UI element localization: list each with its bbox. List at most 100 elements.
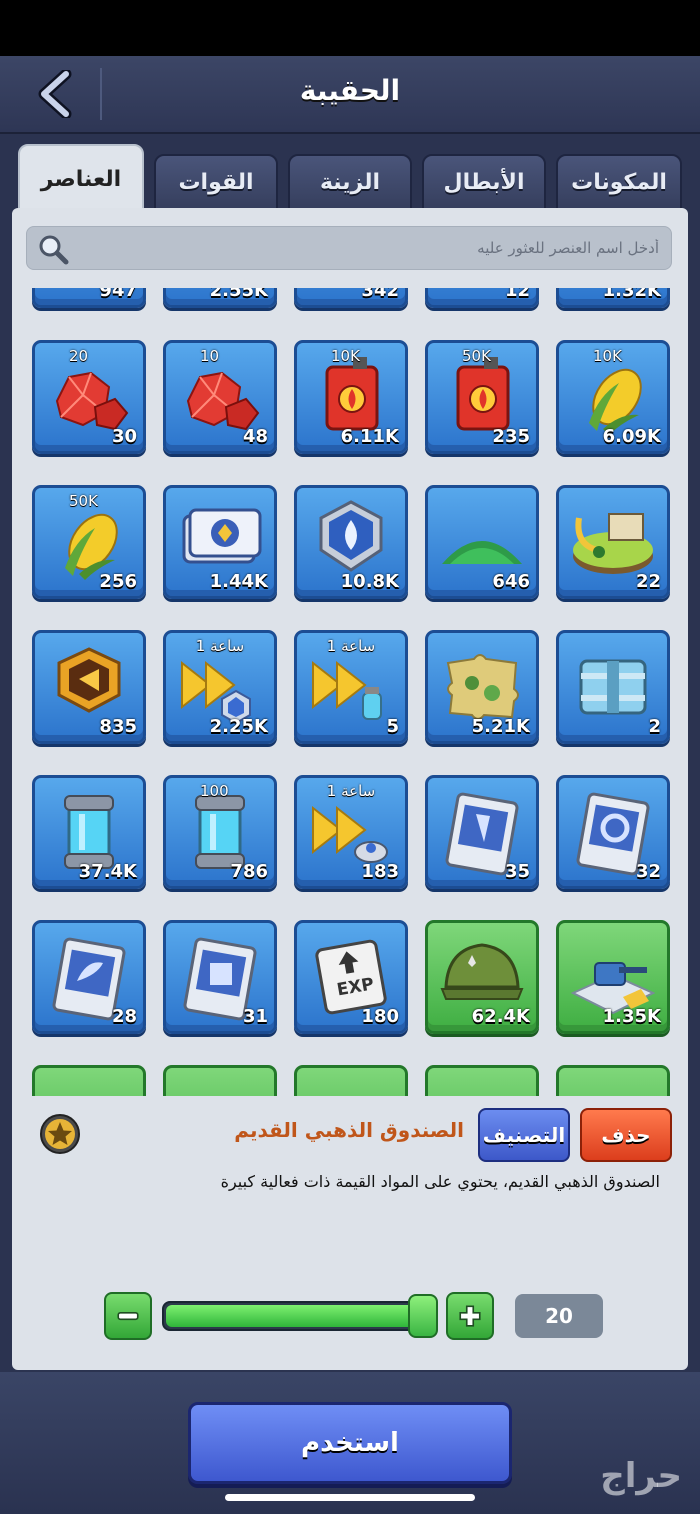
item-badge: 20: [69, 347, 89, 365]
item-count: 22: [635, 571, 661, 592]
inventory-slot[interactable]: 646: [425, 485, 539, 599]
home-indicator: [225, 1494, 475, 1501]
inventory-slot[interactable]: 10 48: [163, 340, 277, 454]
inventory-slot[interactable]: 1.35K: [556, 920, 670, 1034]
item-badge: 10K: [593, 347, 622, 365]
quantity-slider[interactable]: [162, 1301, 438, 1331]
inventory-slot[interactable]: [32, 1065, 146, 1096]
inventory-slot[interactable]: 1.32K: [556, 288, 670, 308]
decrease-button[interactable]: [104, 1292, 152, 1340]
inventory-slot[interactable]: 62.4K: [425, 920, 539, 1034]
increase-button[interactable]: [446, 1292, 494, 1340]
slider-fill: [166, 1305, 434, 1327]
inventory-slot[interactable]: 32: [556, 775, 670, 889]
item-badge: 1 ساعة: [195, 637, 245, 655]
header-bar: الحقيبة: [0, 56, 700, 134]
star-icon[interactable]: [38, 1112, 82, 1156]
inventory-slot[interactable]: 22: [556, 485, 670, 599]
inventory-slot[interactable]: 100 786: [163, 775, 277, 889]
item-count: 1.35K: [602, 1006, 661, 1027]
item-count: 180: [361, 1006, 399, 1027]
inventory-slot[interactable]: [163, 1065, 277, 1096]
search-icon[interactable]: [37, 233, 69, 265]
item-badge: 1 ساعة: [326, 637, 376, 655]
item-count: 947: [99, 288, 137, 301]
item-grid: 947 2.55K 342 12 1.32K 20 30 10 48 10K 6.11K 50K 235…: [26, 288, 676, 1096]
inventory-slot[interactable]: 10.8K: [294, 485, 408, 599]
item-badge: 100: [200, 782, 229, 800]
item-badge: 50K: [69, 492, 98, 510]
item-count: 12: [504, 288, 530, 301]
item-count: 2: [648, 716, 661, 737]
inventory-slot[interactable]: 37.4K: [32, 775, 146, 889]
item-count: 37.4K: [78, 861, 137, 882]
inventory-slot[interactable]: 1 ساعة 5: [294, 630, 408, 744]
item-count: 2.25K: [209, 716, 268, 737]
quantity-selector: 20: [0, 1288, 700, 1346]
inventory-slot[interactable]: EXP 180: [294, 920, 408, 1034]
inventory-slot[interactable]: 35: [425, 775, 539, 889]
inventory-slot[interactable]: 1 ساعة 183: [294, 775, 408, 889]
item-count: 35: [504, 861, 530, 882]
item-count: 646: [492, 571, 530, 592]
quantity-value[interactable]: 20: [515, 1294, 603, 1338]
item-count: 48: [242, 426, 268, 447]
inventory-slot[interactable]: [294, 1065, 408, 1096]
inventory-slot[interactable]: 50K 235: [425, 340, 539, 454]
item-count: 10.8K: [340, 571, 399, 592]
item-count: 28: [111, 1006, 137, 1027]
inventory-slot[interactable]: 10K 6.09K: [556, 340, 670, 454]
item-count: 786: [230, 861, 268, 882]
inventory-slot[interactable]: 50K 256: [32, 485, 146, 599]
item-count: 256: [99, 571, 137, 592]
item-badge: 10K: [331, 347, 360, 365]
sort-button[interactable]: التصنيف: [478, 1108, 570, 1162]
inventory-slot[interactable]: 2: [556, 630, 670, 744]
delete-button[interactable]: حذف: [580, 1108, 672, 1162]
item-badge: 50K: [462, 347, 491, 365]
inventory-slot[interactable]: 28: [32, 920, 146, 1034]
selected-item-info: الصندوق الذهبي القديم التصنيف حذف: [26, 1104, 676, 1164]
inventory-slot[interactable]: 20 30: [32, 340, 146, 454]
item-count: 183: [361, 861, 399, 882]
tab-troops[interactable]: القوات: [154, 154, 278, 210]
item-count: 235: [492, 426, 530, 447]
item-count: 5: [386, 716, 399, 737]
inventory-slot[interactable]: 5.21K: [425, 630, 539, 744]
tab-bar: العناصر القوات الزينة الأبطال المكونات: [0, 142, 700, 214]
inventory-slot[interactable]: 10K 6.11K: [294, 340, 408, 454]
inventory-slot[interactable]: 31: [163, 920, 277, 1034]
inventory-slot[interactable]: 2.55K: [163, 288, 277, 308]
item-count: 342: [361, 288, 399, 301]
tab-heroes[interactable]: الأبطال: [422, 154, 546, 210]
item-count: 32: [635, 861, 661, 882]
slider-handle[interactable]: [408, 1294, 438, 1338]
tab-decorations[interactable]: الزينة: [288, 154, 412, 210]
page-title: الحقيبة: [299, 74, 401, 107]
item-badge: 10: [200, 347, 220, 365]
inventory-slot[interactable]: 947: [32, 288, 146, 308]
item-count: 1.32K: [602, 288, 661, 301]
inventory-slot[interactable]: 835: [32, 630, 146, 744]
item-count: 835: [99, 716, 137, 737]
inventory-slot[interactable]: 1 ساعة 2.25K: [163, 630, 277, 744]
item-count: 30: [111, 426, 137, 447]
inventory-slot[interactable]: 342: [294, 288, 408, 308]
use-button[interactable]: استخدم: [188, 1402, 512, 1484]
search-input[interactable]: [87, 227, 659, 269]
item-count: 31: [242, 1006, 268, 1027]
item-count: 2.55K: [209, 288, 268, 301]
inventory-slot[interactable]: 12: [425, 288, 539, 308]
tab-components[interactable]: المكونات: [556, 154, 682, 210]
item-count: 1.44K: [209, 571, 268, 592]
item-count: 5.21K: [471, 716, 530, 737]
item-count: 6.11K: [340, 426, 399, 447]
inventory-slot[interactable]: [556, 1065, 670, 1096]
status-bar: [0, 0, 700, 56]
selected-item-name: الصندوق الذهبي القديم: [234, 1118, 464, 1142]
tab-items[interactable]: العناصر: [18, 144, 144, 214]
selected-item-description: الصندوق الذهبي القديم، يحتوي على المواد …: [220, 1172, 660, 1191]
inventory-slot[interactable]: [425, 1065, 539, 1096]
inventory-slot[interactable]: 1.44K: [163, 485, 277, 599]
item-count: 6.09K: [602, 426, 661, 447]
